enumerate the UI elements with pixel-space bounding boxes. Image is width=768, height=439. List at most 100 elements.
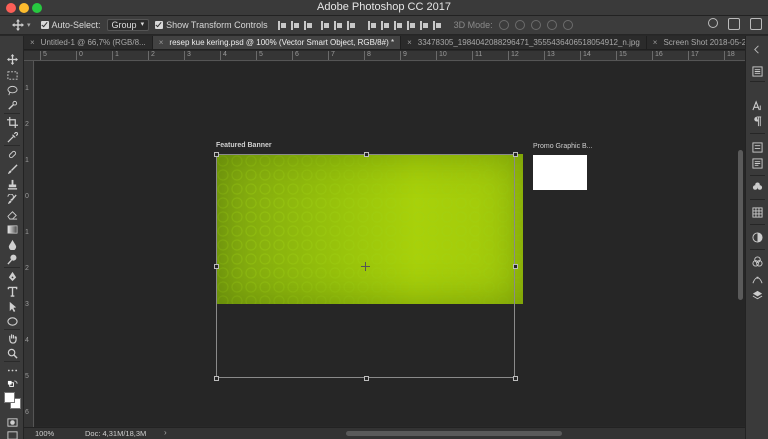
tab-label: Screen Shot 2018-05-28 at — [663, 38, 745, 47]
artboard-label-featured[interactable]: Featured Banner — [216, 142, 272, 149]
tools-panel — [0, 36, 24, 439]
tab-close-icon[interactable]: × — [653, 36, 658, 49]
align-top-icon[interactable] — [277, 20, 287, 30]
shape-tool-icon[interactable] — [5, 315, 19, 327]
tab-close-icon[interactable]: × — [159, 36, 164, 49]
paragraph-icon[interactable] — [752, 116, 763, 127]
canvas-area[interactable]: Featured Banner Promo Graphic B... — [35, 62, 737, 426]
quick-mask-icon[interactable] — [5, 416, 19, 428]
tab-close-icon[interactable]: × — [407, 36, 412, 49]
align-left-icon[interactable] — [320, 20, 330, 30]
pen-tool-icon[interactable] — [5, 270, 19, 282]
dodge-tool-icon[interactable] — [5, 253, 19, 265]
transform-handle-bottom-center[interactable] — [364, 376, 369, 381]
move-tool-preset-picker[interactable]: ▾ — [12, 16, 31, 35]
zoom-level[interactable]: 100% — [35, 429, 54, 438]
status-menu-arrow[interactable]: › — [164, 428, 167, 437]
3d-roll-icon[interactable] — [514, 20, 525, 30]
lasso-tool-icon[interactable] — [5, 84, 19, 96]
transform-handle-middle-right[interactable] — [513, 264, 518, 269]
distribute-top-icon[interactable] — [367, 20, 377, 30]
hand-tool-icon[interactable] — [5, 332, 19, 344]
promo-graphic-artboard[interactable] — [533, 155, 587, 190]
align-horizontal-center-icon[interactable] — [333, 20, 343, 30]
transform-handle-bottom-right[interactable] — [513, 376, 518, 381]
brush-tool-icon[interactable] — [5, 163, 19, 175]
ruler-top-number: 6 — [292, 51, 299, 60]
share-icon[interactable] — [750, 18, 762, 30]
screen-mode-icon[interactable] — [5, 429, 19, 439]
3d-scale-icon[interactable] — [562, 20, 573, 30]
ruler-top-number: 17 — [688, 51, 699, 60]
tab-close-icon[interactable]: × — [30, 36, 35, 49]
document-tab[interactable]: × Screen Shot 2018-05-28 at — [647, 36, 745, 49]
move-tool-icon[interactable] — [5, 53, 19, 65]
vertical-scrollbar-thumb[interactable] — [738, 150, 743, 300]
foreground-color-swatch[interactable] — [4, 392, 15, 403]
3d-orbit-icon[interactable] — [498, 20, 509, 30]
channels-icon[interactable] — [752, 256, 763, 267]
paths-icon[interactable] — [752, 274, 763, 285]
layers-icon[interactable] — [752, 290, 763, 301]
distribute-vertical-center-icon[interactable] — [380, 20, 390, 30]
libraries-icon[interactable] — [752, 158, 763, 169]
transform-handle-bottom-left[interactable] — [214, 376, 219, 381]
character-icon[interactable] — [752, 100, 763, 111]
distribute-bottom-icon[interactable] — [393, 20, 403, 30]
eyedropper-tool-icon[interactable] — [5, 131, 19, 143]
distribute-right-icon[interactable] — [432, 20, 442, 30]
document-tab[interactable]: × Untitled-1 @ 66,7% (RGB/8... — [24, 36, 153, 49]
type-tool-icon[interactable] — [5, 285, 19, 297]
ruler-left-number: 6 — [25, 409, 29, 416]
adjustments-icon[interactable] — [752, 182, 763, 193]
3d-slide-icon[interactable] — [546, 20, 557, 30]
transform-handle-top-center[interactable] — [364, 152, 369, 157]
distribute-horizontal-center-icon[interactable] — [419, 20, 429, 30]
ruler-top-number: 7 — [328, 51, 335, 60]
vertical-ruler[interactable]: 12101234567 — [24, 61, 34, 427]
search-icon[interactable] — [708, 18, 718, 28]
3d-pan-icon[interactable] — [530, 20, 541, 30]
panel-divider — [750, 175, 765, 176]
auto-select-checkbox[interactable]: Auto-Select: — [40, 16, 101, 35]
eraser-tool-icon[interactable] — [5, 208, 19, 220]
path-select-icon[interactable] — [5, 300, 19, 312]
artboard-label-promo[interactable]: Promo Graphic B... — [533, 143, 593, 150]
horizontal-scrollbar-thumb[interactable] — [346, 431, 562, 436]
styles-icon[interactable] — [752, 232, 763, 243]
history-icon[interactable] — [752, 66, 763, 77]
collapse-panels-icon[interactable] — [752, 44, 763, 55]
properties-icon[interactable] — [752, 142, 763, 153]
distribute-left-icon[interactable] — [406, 20, 416, 30]
auto-select-dropdown[interactable]: Group ▾ — [106, 16, 150, 35]
history-brush-icon[interactable] — [5, 193, 19, 205]
document-tab[interactable]: × 33478305_1984042088296471_355543640651… — [401, 36, 647, 49]
ruler-top-number: 3 — [184, 51, 191, 60]
align-bottom-icon[interactable] — [303, 20, 313, 30]
transform-handle-top-right[interactable] — [513, 152, 518, 157]
document-tab-active[interactable]: × resep kue kering.psd @ 100% (Vector Sm… — [152, 36, 402, 49]
clone-stamp-icon[interactable] — [5, 178, 19, 190]
blur-tool-icon[interactable] — [5, 238, 19, 250]
marquee-tool-icon[interactable] — [5, 69, 19, 81]
tool-divider — [4, 361, 20, 362]
crop-tool-icon[interactable] — [5, 116, 19, 128]
more-tools-icon[interactable] — [5, 364, 19, 376]
default-colors-icon[interactable] — [5, 379, 19, 391]
align-vertical-center-icon[interactable] — [290, 20, 300, 30]
transform-handle-top-left[interactable] — [214, 152, 219, 157]
gradient-tool-icon[interactable] — [5, 223, 19, 235]
swatches-icon[interactable] — [752, 207, 763, 218]
ruler-top-number: 10 — [436, 51, 447, 60]
quick-select-tool-icon[interactable] — [5, 99, 19, 111]
show-transform-checkbox[interactable]: Show Transform Controls — [155, 16, 268, 35]
transform-reference-point-icon[interactable] — [361, 262, 370, 271]
tool-divider — [4, 329, 20, 330]
zoom-tool-icon[interactable] — [5, 347, 19, 359]
ruler-left-number: 0 — [25, 193, 29, 200]
align-right-icon[interactable] — [346, 20, 356, 30]
transform-handle-middle-left[interactable] — [214, 264, 219, 269]
workspace-icon[interactable] — [728, 18, 740, 30]
horizontal-ruler[interactable]: 5012345678910111213141516171819 — [24, 51, 745, 61]
healing-brush-icon[interactable] — [5, 148, 19, 160]
